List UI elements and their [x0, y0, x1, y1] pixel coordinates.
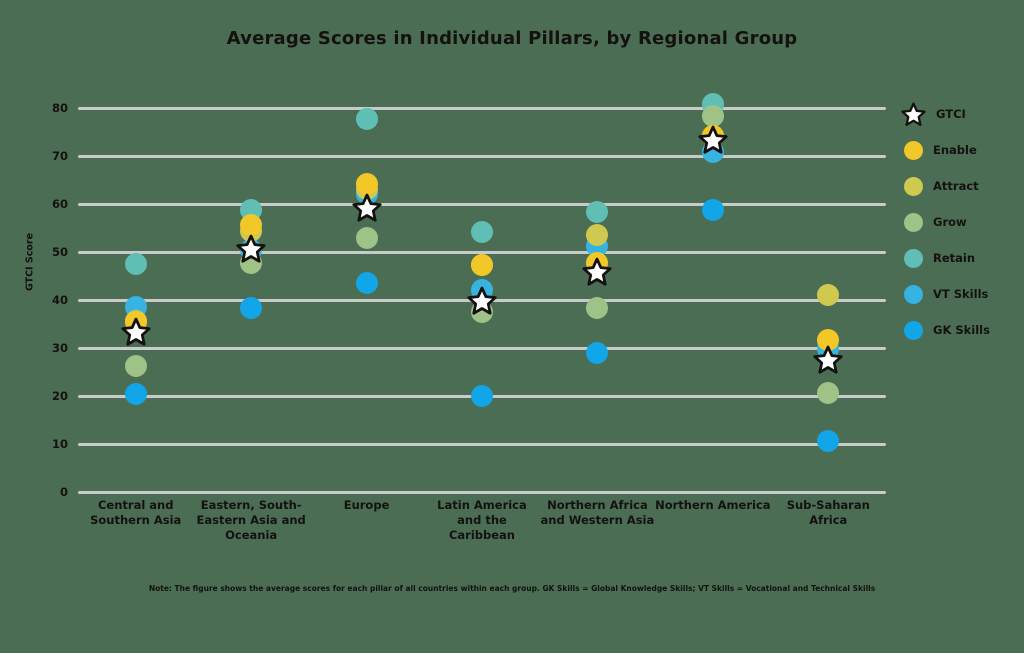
x-axis-label: Latin America and the Caribbean: [437, 498, 527, 542]
data-point-gtci: [236, 234, 266, 264]
gridline: [78, 202, 886, 206]
chart-legend: GTCI Enable Attract Grow Retain VT Skills GK S…: [900, 96, 1024, 348]
chart-note: Note: The figure shows the average score…: [148, 584, 876, 593]
data-point-enable: [240, 214, 263, 237]
gridline: [78, 490, 886, 494]
legend-item-label: VT Skills: [933, 287, 989, 301]
data-point-gk-skills: [701, 198, 724, 221]
legend-item-label: GK Skills: [933, 323, 990, 337]
x-axis-label: Sub-Saharan Africa: [786, 498, 870, 527]
data-point-gtci: [467, 286, 497, 316]
data-point-gtci: [698, 125, 728, 155]
x-axis-label: Eastern, South-Eastern Asia and Oceania: [196, 498, 306, 542]
circle-icon: [904, 212, 923, 232]
data-point-gk-skills: [355, 272, 378, 295]
gridline: [78, 154, 886, 158]
data-point-grow: [124, 354, 147, 377]
data-point-grow: [355, 227, 378, 250]
plot-area: 80 70 60 50 40 30 20 10 0: [52, 92, 886, 499]
legend-item[interactable]: Attract: [900, 168, 1024, 204]
legend-item[interactable]: Enable: [900, 132, 1024, 168]
x-axis-label: Northern Africa and Western Asia: [540, 498, 655, 527]
legend-item-label: Retain: [933, 251, 976, 265]
data-point-gk-skills: [471, 385, 493, 407]
circle-icon: [904, 176, 923, 196]
circle-icon: [904, 248, 923, 268]
x-axis-label: Europe: [343, 498, 390, 512]
x-axis-labels: Central and Southern Asia Eastern, South-…: [78, 498, 886, 543]
data-point-retain: [355, 108, 378, 131]
data-point-gk-skills: [124, 383, 147, 406]
legend-item-label: Grow: [933, 215, 967, 229]
data-point-attract: [586, 224, 609, 247]
circle-icon: [904, 320, 923, 340]
y-axis-title: GTCI Score: [24, 232, 36, 292]
y-axis-tick-label: 50: [51, 245, 68, 259]
data-point-retain: [471, 220, 493, 243]
legend-item[interactable]: GTCI: [900, 96, 1024, 132]
data-point-enable: [355, 172, 378, 195]
data-point-gk-skills: [817, 430, 840, 453]
data-point-retain: [124, 253, 147, 275]
data-point-gk-skills: [240, 297, 263, 320]
legend-item-label: Attract: [933, 179, 979, 193]
y-axis-tick-label: 70: [51, 149, 68, 163]
star-icon: [901, 102, 926, 127]
y-axis-tick-label: 20: [51, 389, 68, 403]
data-point-gk-skills: [586, 341, 609, 364]
legend-item-label: GTCI: [936, 107, 966, 121]
data-point-attract: [817, 284, 840, 307]
x-axis-label: Central and Southern Asia: [90, 498, 182, 527]
y-axis-tick-label: 60: [51, 197, 68, 211]
y-axis-tick-label: 80: [51, 101, 68, 115]
data-point-grow: [586, 297, 609, 320]
data-point-gtci: [351, 193, 382, 223]
legend-item[interactable]: Grow: [900, 204, 1024, 240]
legend-item[interactable]: Retain: [900, 240, 1024, 276]
legend-item[interactable]: GK Skills: [900, 312, 1024, 348]
data-point-gtci: [121, 317, 151, 347]
y-axis-tick-label: 10: [51, 437, 68, 451]
y-axis-tick-label: 30: [51, 341, 68, 355]
y-axis-tick-label: 40: [51, 293, 68, 307]
x-axis-label: Northern America: [655, 498, 771, 512]
gridline: [78, 106, 886, 110]
data-point-retain: [586, 201, 609, 224]
chart-title: Average Scores in Individual Pillars, by…: [226, 28, 798, 49]
data-point-grow: [817, 382, 840, 405]
gridline: [78, 346, 886, 350]
circle-icon: [904, 140, 923, 160]
data-point-gtci: [582, 257, 613, 287]
chart-container: Average Scores in Individual Pillars, by…: [0, 0, 1024, 653]
circle-icon: [904, 284, 923, 304]
legend-item-label: Enable: [933, 143, 977, 157]
data-point-gtci: [813, 345, 843, 375]
gridline: [78, 442, 886, 446]
data-point-enable: [471, 253, 493, 276]
legend-item[interactable]: VT Skills: [900, 276, 1024, 312]
y-axis-tick-label: 0: [59, 485, 68, 499]
